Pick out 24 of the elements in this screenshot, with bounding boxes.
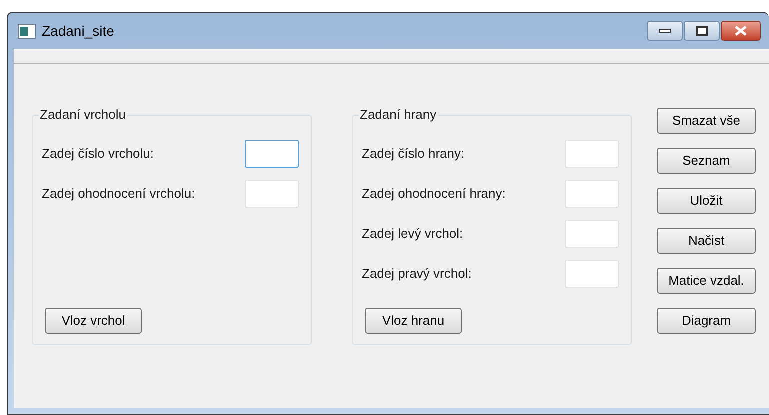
window-title: Zadani_site <box>42 22 114 41</box>
field-label: Zadej číslo vrcholu: <box>42 145 154 164</box>
maximize-icon <box>696 26 708 36</box>
field-label: Zadej pravý vrchol: <box>362 265 472 284</box>
push-button[interactable]: Diagram <box>657 308 756 334</box>
maximize-button[interactable] <box>684 21 720 41</box>
group-title: Zadaní hrany <box>359 107 438 123</box>
push-button[interactable]: Seznam <box>657 148 756 174</box>
push-button[interactable]: Uložit <box>657 188 756 214</box>
push-button[interactable]: Vloz vrchol <box>45 308 142 334</box>
field-label: Zadej levý vrchol: <box>362 225 464 244</box>
push-button[interactable]: Matice vzdal. <box>657 268 756 294</box>
app-icon <box>18 24 36 38</box>
push-button[interactable]: Smazat vše <box>657 108 756 134</box>
push-button[interactable]: Vloz hranu <box>365 308 462 334</box>
field-label: Zadej ohodnocení hrany: <box>362 185 506 204</box>
minimize-button[interactable] <box>647 21 683 41</box>
push-button[interactable]: Načist <box>657 228 756 254</box>
field-label: Zadej číslo hrany: <box>362 145 465 164</box>
close-icon <box>735 26 747 36</box>
input-field[interactable] <box>245 140 299 168</box>
field-label: Zadej ohodnocení vrcholu: <box>42 185 196 204</box>
close-button[interactable] <box>721 21 761 41</box>
minimize-icon <box>659 29 671 33</box>
